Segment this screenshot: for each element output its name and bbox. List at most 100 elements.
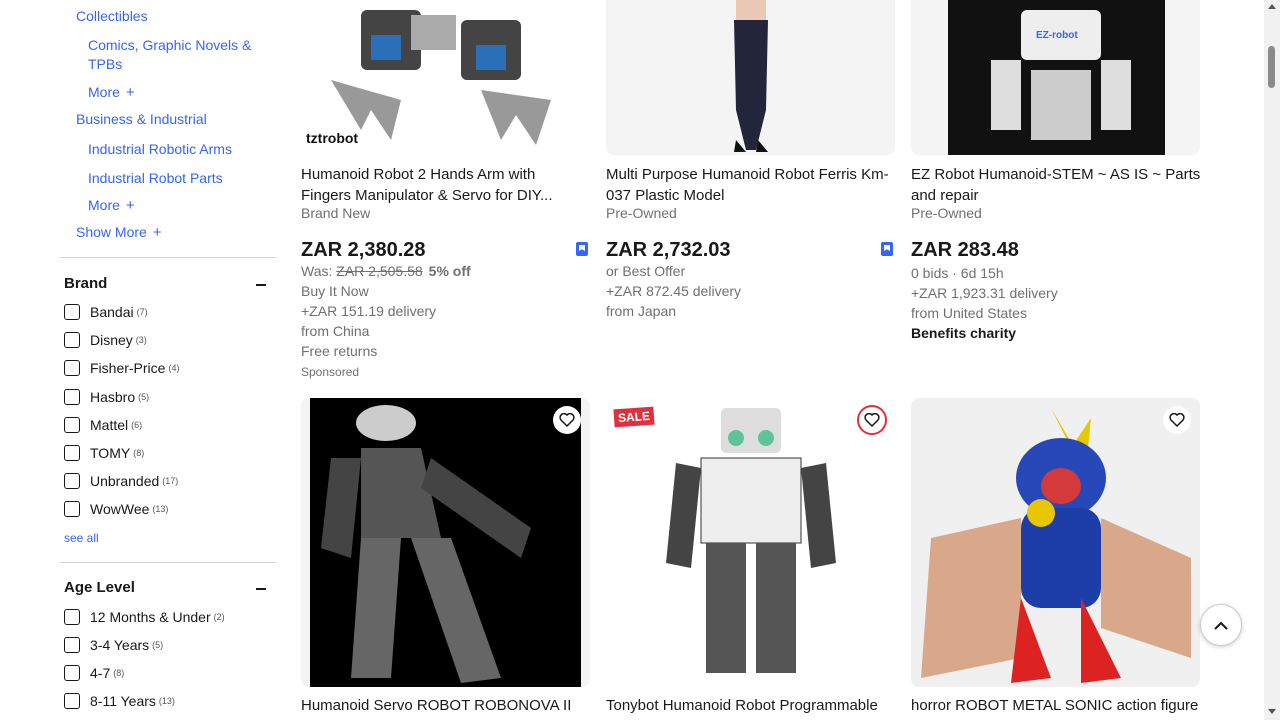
age-filter-8-11-years[interactable]: 8-11 Years (13)	[64, 693, 175, 709]
filter-label: TOMY	[90, 445, 131, 461]
show-more-link[interactable]: Show More +	[76, 223, 162, 242]
metal-sonic-figure-image	[921, 408, 1191, 683]
filter-count: (5)	[138, 392, 150, 402]
category-collectibles[interactable]: Collectibles	[76, 7, 148, 26]
age-filter-12-months[interactable]: 12 Months & Under (2)	[64, 609, 225, 625]
brand-logo: tztrobot	[306, 130, 359, 146]
condition: Brand New	[301, 205, 371, 221]
checkbox[interactable]	[64, 360, 80, 376]
plus-icon: +	[125, 197, 135, 214]
listing-image[interactable]	[911, 398, 1200, 687]
collapse-icon[interactable]	[256, 588, 266, 590]
brand-filter-tomy[interactable]: TOMY (8)	[64, 445, 144, 461]
location: from China	[301, 323, 370, 339]
filter-label: WowWee	[90, 501, 150, 517]
scroll-up-arrow-icon[interactable]	[1268, 4, 1276, 9]
bookmark-icon[interactable]	[576, 242, 588, 256]
listing-image[interactable]: SALE	[606, 398, 895, 687]
title-line: EZ Robot Humanoid-STEM ~ AS IS ~ Parts	[911, 166, 1201, 183]
more-business-link[interactable]: More +	[88, 196, 135, 215]
filter-count: (4)	[168, 363, 180, 373]
listing-title[interactable]: horror ROBOT METAL SONIC action figure	[911, 695, 1211, 716]
watch-heart-icon[interactable]	[1163, 406, 1191, 434]
format: or Best Offer	[606, 263, 686, 279]
listing-image[interactable]: tztrobot	[301, 0, 590, 155]
title-line: Humanoid Robot 2 Hands Arm with	[301, 166, 536, 183]
checkbox[interactable]	[64, 304, 80, 320]
filter-label: 12 Months & Under	[90, 609, 211, 625]
checkbox[interactable]	[64, 693, 80, 709]
filter-count: (8)	[133, 448, 145, 458]
sidebar-filters: Collectibles Comics, Graphic Novels & TP…	[60, 0, 276, 720]
figure-doll-image	[734, 0, 768, 152]
watch-heart-icon[interactable]	[553, 406, 581, 434]
checkbox[interactable]	[64, 665, 80, 681]
was-label: Was:	[301, 263, 333, 279]
more-collectibles-link[interactable]: More +	[88, 83, 135, 102]
brand-filter-bandai[interactable]: Bandai (7)	[64, 304, 148, 320]
brand-filter-unbranded[interactable]: Unbranded (17)	[64, 473, 178, 489]
price: ZAR 2,732.03	[606, 239, 731, 261]
listing-title[interactable]: Humanoid Servo ROBOT ROBONOVA II	[301, 695, 591, 716]
checkbox[interactable]	[64, 445, 80, 461]
age-level-section-title[interactable]: Age Level	[64, 579, 135, 596]
scroll-down-arrow-icon[interactable]	[1268, 709, 1276, 714]
category-business-industrial[interactable]: Business & Industrial	[76, 110, 207, 129]
filter-count: (2)	[213, 612, 225, 622]
brand-filter-mattel[interactable]: Mattel (6)	[64, 417, 142, 433]
discount: 5% off	[428, 263, 471, 279]
checkbox[interactable]	[64, 501, 80, 517]
filter-label: Mattel	[90, 417, 129, 433]
scrollbar-thumb[interactable]	[1268, 46, 1275, 88]
was-price-line: Was: ZAR 2,505.58 5% off	[301, 263, 471, 279]
listing-image[interactable]	[606, 0, 895, 155]
location: from Japan	[606, 303, 677, 319]
filter-count: (5)	[152, 640, 164, 650]
brand-filter-disney[interactable]: Disney (3)	[64, 332, 147, 348]
checkbox[interactable]	[64, 637, 80, 653]
show-more-label: Show More	[76, 224, 147, 240]
listing-title[interactable]: Multi Purpose Humanoid Robot Ferris Km- 0…	[606, 164, 896, 206]
more-label: More	[88, 84, 120, 100]
listing-title[interactable]: Tonybot Humanoid Robot Programmable	[606, 695, 896, 716]
collapse-icon[interactable]	[256, 284, 266, 286]
checkbox[interactable]	[64, 609, 80, 625]
filter-label: Disney	[90, 332, 133, 348]
title-line: Fingers Manipulator & Servo for DIY...	[301, 187, 553, 204]
back-to-top-button[interactable]	[1200, 604, 1242, 646]
listing-image[interactable]	[301, 398, 590, 687]
checkbox[interactable]	[64, 389, 80, 405]
watch-heart-icon[interactable]	[857, 405, 887, 435]
category-comics-cont[interactable]: TPBs	[88, 55, 122, 74]
category-industrial-robotic-arms[interactable]: Industrial Robotic Arms	[88, 140, 232, 159]
checkbox[interactable]	[64, 332, 80, 348]
filter-count: (8)	[113, 668, 125, 678]
brand-filter-hasbro[interactable]: Hasbro (5)	[64, 389, 149, 405]
robonova-robot-image	[310, 398, 581, 687]
plus-icon: +	[125, 84, 135, 101]
bids-time-left: 0 bids · 6d 15h	[911, 265, 1004, 281]
brand-filter-wowwee[interactable]: WowWee (13)	[64, 501, 168, 517]
brand-section-title[interactable]: Brand	[64, 275, 107, 292]
scrollbar[interactable]	[1264, 0, 1280, 720]
filter-label: 8-11 Years	[90, 693, 156, 709]
listing-title[interactable]: Humanoid Robot 2 Hands Arm with Fingers M…	[301, 164, 591, 206]
category-comics[interactable]: Comics, Graphic Novels &	[88, 36, 251, 55]
category-industrial-robot-parts[interactable]: Industrial Robot Parts	[88, 169, 223, 188]
listing-title[interactable]: EZ Robot Humanoid-STEM ~ AS IS ~ Parts an…	[911, 164, 1201, 206]
see-all-brands-link[interactable]: see all	[64, 531, 99, 545]
sponsored-label[interactable]: Sponsored	[301, 365, 359, 379]
charity-badge: Benefits charity	[911, 325, 1017, 341]
delivery: +ZAR 872.45 delivery	[606, 283, 742, 299]
listing-image[interactable]: EZ-robot	[911, 0, 1200, 155]
checkbox[interactable]	[64, 417, 80, 433]
filter-label: Bandai	[90, 304, 134, 320]
tonybot-robot-image	[666, 408, 836, 673]
brand-filter-fisher-price[interactable]: Fisher-Price (4)	[64, 360, 179, 376]
filter-count: (3)	[135, 335, 147, 345]
filter-count: (13)	[158, 696, 175, 706]
bookmark-icon[interactable]	[881, 242, 893, 256]
age-filter-4-7[interactable]: 4-7 (8)	[64, 665, 124, 681]
age-filter-3-4-years[interactable]: 3-4 Years (5)	[64, 637, 163, 653]
checkbox[interactable]	[64, 473, 80, 489]
